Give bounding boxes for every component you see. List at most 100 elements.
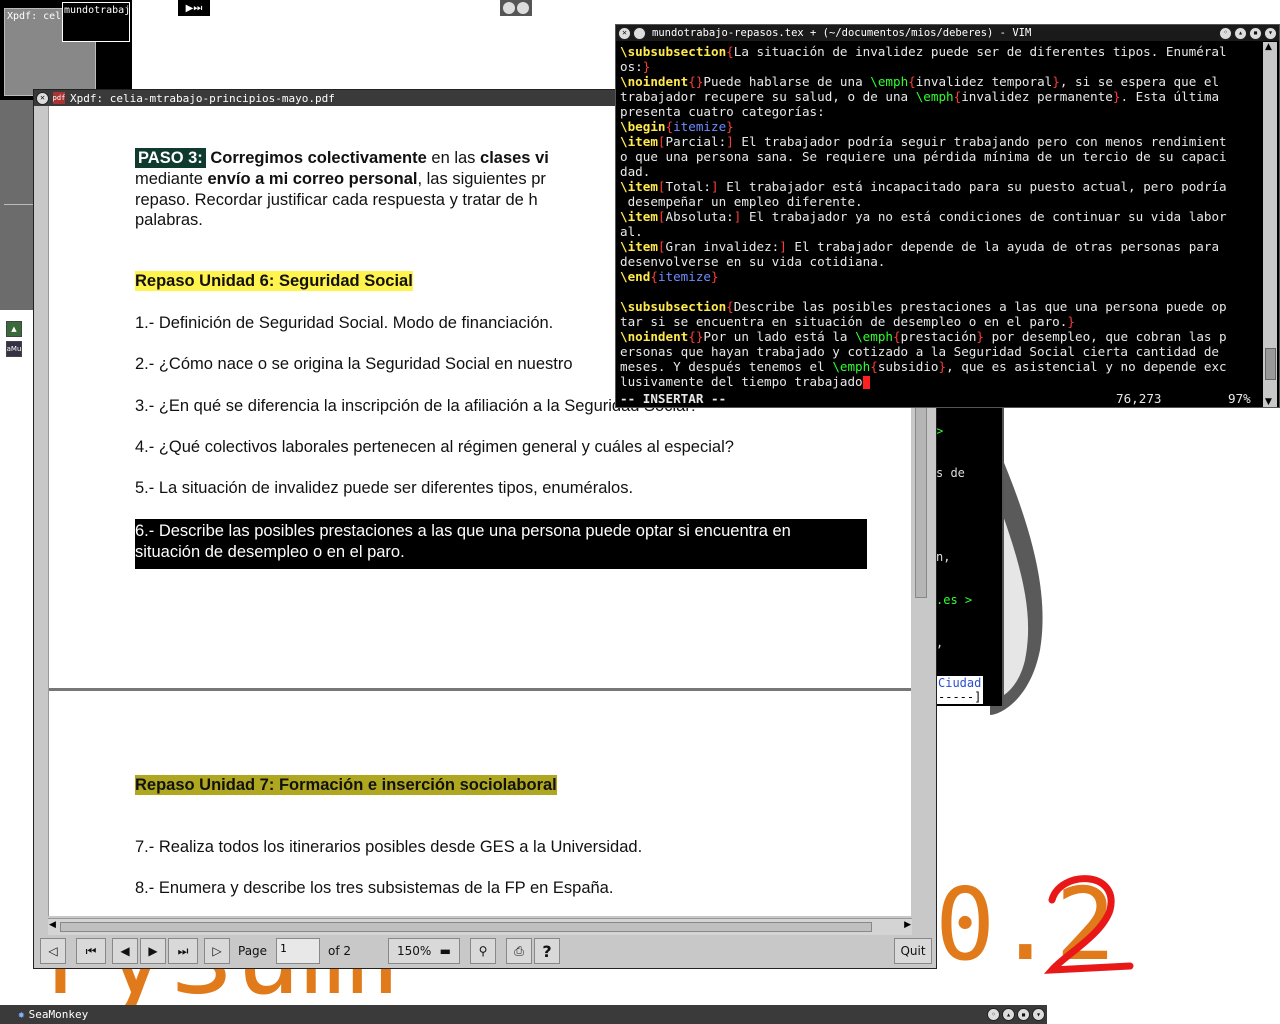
horizontal-scroll-thumb[interactable] bbox=[60, 922, 872, 932]
vim-titlebar[interactable]: ✕ mundotrabajo-repasos.tex + (~/document… bbox=[616, 25, 1279, 41]
sticky-icon[interactable] bbox=[633, 26, 646, 40]
vim-scroll-thumb[interactable] bbox=[1265, 348, 1276, 380]
code-token: \noindent bbox=[620, 74, 689, 89]
question-4: 4.- ¿Qué colectivos laborales pertenecen… bbox=[135, 438, 734, 456]
quit-button[interactable]: Quit bbox=[894, 938, 932, 964]
editor-line: \subsubsection{Describe las posibles pre… bbox=[620, 299, 1262, 314]
code-token: lusivamente del tiempo trabajado bbox=[620, 374, 863, 389]
editor-line: al. bbox=[620, 224, 1262, 239]
code-token: ] bbox=[711, 179, 719, 194]
pager-desktop-2[interactable]: mundotrabaj bbox=[62, 2, 130, 42]
first-page-icon[interactable]: ⏮ bbox=[76, 938, 106, 964]
pdf-app-icon: pdf bbox=[52, 92, 66, 104]
maximize-icon[interactable]: ▪ bbox=[1249, 26, 1262, 40]
forward-history-icon[interactable]: ▷ bbox=[204, 938, 230, 964]
vim-scrollbar[interactable]: ▲ ▼ bbox=[1263, 42, 1277, 407]
question-5: 5.- La situación de invalidez puede ser … bbox=[135, 479, 634, 497]
minimize-icon[interactable]: ▾ bbox=[1264, 26, 1277, 40]
vim-window[interactable]: ✕ mundotrabajo-repasos.tex + (~/document… bbox=[615, 24, 1280, 408]
code-token: } bbox=[938, 359, 947, 374]
page-number-input[interactable]: 1 bbox=[276, 938, 320, 964]
scroll-left-icon[interactable]: ◀ bbox=[49, 920, 56, 930]
editor-line: trabajador recupere su salud, o de una \… bbox=[620, 89, 1262, 104]
last-page-icon[interactable]: ⏭ bbox=[168, 938, 198, 964]
code-token: } bbox=[976, 329, 985, 344]
code-token: Total: bbox=[665, 179, 712, 194]
editor-line: ersonas que hayan trabajado y cotizado a… bbox=[620, 344, 1262, 359]
maximize-icon[interactable]: ▪ bbox=[1017, 1008, 1030, 1021]
taskbar[interactable]: ✸ SeaMonkey ◦ ▴ ▪ ▾ bbox=[0, 1005, 1047, 1024]
raise-icon[interactable]: ▴ bbox=[1002, 1008, 1015, 1021]
editor-line: lusivamente del tiempo trabajado bbox=[620, 374, 1262, 389]
tray-amu-label: aMu bbox=[6, 345, 22, 353]
scroll-right-icon[interactable]: ▶ bbox=[904, 920, 911, 930]
paso-label: PASO 3: bbox=[135, 148, 206, 168]
term-fragment: -----] bbox=[936, 690, 984, 704]
minimize-icon[interactable]: ▾ bbox=[1032, 1008, 1045, 1021]
code-token: \subsubsection bbox=[620, 299, 727, 314]
code-token: [ bbox=[657, 134, 666, 149]
next-page-icon[interactable]: ▶ bbox=[140, 938, 166, 964]
print-icon[interactable]: ⎙ bbox=[506, 938, 532, 964]
tray-app-icon[interactable]: ▲ bbox=[6, 321, 22, 337]
term-fragment: .es > bbox=[936, 593, 973, 607]
vim-title: mundotrabajo-repasos.tex + (~/documentos… bbox=[652, 27, 1032, 39]
unit7-heading-text: Repaso Unidad 7: Formación e inserción s… bbox=[135, 775, 557, 795]
paso-line-4: palabras. bbox=[135, 211, 203, 229]
desktop-pager[interactable]: Xpdf: cel mundotrabaj bbox=[0, 0, 132, 100]
dock-play-icon[interactable]: ▶⏭ bbox=[178, 0, 210, 16]
shade-icon[interactable]: ◦ bbox=[1219, 26, 1232, 40]
close-icon[interactable]: ✕ bbox=[618, 26, 631, 40]
editor-line: \item[Total:] El trabajador está incapac… bbox=[620, 179, 1262, 194]
prev-page-icon[interactable]: ◀ bbox=[112, 938, 138, 964]
seamonkey-icon: ✸ bbox=[18, 1008, 25, 1021]
side-panel bbox=[0, 100, 35, 310]
editor-line: \subsubsection{La situación de invalidez… bbox=[620, 44, 1262, 59]
editor-line: \begin{itemize} bbox=[620, 119, 1262, 134]
editor-line: \noindent{}Puede hablarse de una \emph{i… bbox=[620, 74, 1262, 89]
line1-mid: en las bbox=[426, 149, 481, 167]
vim-cursor-position: 76,273 bbox=[1116, 391, 1162, 406]
code-token: invalidez permanente bbox=[961, 89, 1113, 104]
code-token: o que una persona sana. Se requiere una … bbox=[620, 149, 1227, 164]
zoom-value: 150% bbox=[397, 944, 432, 958]
page-separator bbox=[49, 688, 911, 691]
code-token: \emph bbox=[870, 74, 909, 89]
code-token: Gran invalidez: bbox=[665, 239, 780, 254]
shade-icon[interactable]: ◦ bbox=[987, 1008, 1000, 1021]
code-token: Describe las posibles prestaciones a las… bbox=[733, 299, 1227, 314]
vim-editor-buffer[interactable]: \subsubsection{La situación de invalidez… bbox=[620, 44, 1262, 389]
code-token: {} bbox=[688, 329, 704, 344]
pager-desk1-label: Xpdf: cel bbox=[7, 11, 62, 22]
code-token: \begin bbox=[620, 119, 666, 134]
xpdf-title: Xpdf: celia-mtrabajo-principios-mayo.pdf bbox=[70, 91, 335, 105]
code-token: } bbox=[642, 59, 651, 74]
term-fragment: s de bbox=[936, 466, 965, 480]
editor-line: \item[Absoluta:] El trabajador ya no est… bbox=[620, 209, 1262, 224]
code-token: { bbox=[893, 329, 901, 344]
editor-line: \noindent{}Por un lado está la \emph{pre… bbox=[620, 329, 1262, 344]
code-token: \emph bbox=[832, 359, 871, 374]
code-token: \end bbox=[620, 269, 651, 284]
paso-line-2: mediante envío a mi correo personal, las… bbox=[135, 170, 546, 189]
code-token: } bbox=[726, 119, 734, 134]
help-button[interactable]: ? bbox=[534, 938, 560, 964]
editor-line: presenta cuatro categorías: bbox=[620, 104, 1262, 119]
taskbar-item-seamonkey[interactable]: SeaMonkey bbox=[29, 1008, 89, 1021]
close-icon[interactable]: ✕ bbox=[36, 91, 49, 105]
code-token: [ bbox=[657, 179, 666, 194]
editor-line: desempeñar un empleo diferente. bbox=[620, 194, 1262, 209]
raise-icon[interactable]: ▴ bbox=[1234, 26, 1247, 40]
zoom-select[interactable]: 150% ▬ bbox=[388, 938, 460, 964]
selected-question-6[interactable]: 6.- Describe las posibles prestaciones a… bbox=[135, 519, 867, 569]
code-token: subsidio bbox=[877, 359, 939, 374]
page-count-label: of 2 bbox=[328, 944, 352, 958]
back-history-icon[interactable]: ◁ bbox=[40, 938, 66, 964]
scroll-down-icon[interactable]: ▼ bbox=[1265, 397, 1272, 407]
horizontal-scrollbar[interactable]: ◀ ▶ bbox=[48, 918, 912, 935]
scroll-up-icon[interactable]: ▲ bbox=[1265, 42, 1272, 52]
dock-orbs-icon[interactable] bbox=[500, 0, 532, 16]
code-token: } bbox=[1067, 314, 1075, 329]
find-binoculars-icon[interactable]: ⚲ bbox=[470, 938, 496, 964]
tray-amu-icon[interactable]: aMu bbox=[6, 341, 22, 357]
